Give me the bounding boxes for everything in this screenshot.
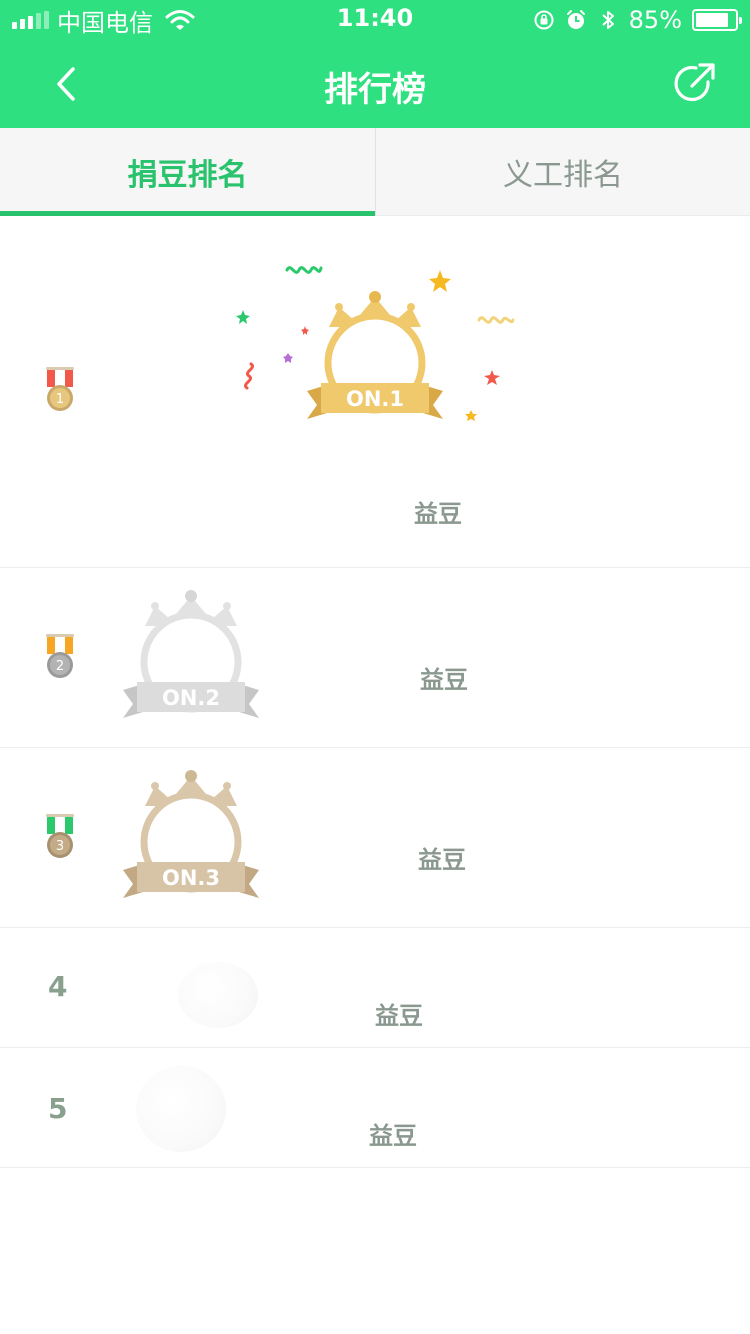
nav-bar: 排行榜 xyxy=(0,40,750,128)
tab-volunteer-ranking[interactable]: 义工排名 xyxy=(375,128,750,216)
bean-unit: 益豆 xyxy=(375,1002,423,1030)
status-bar: 中国电信 11:40 85% xyxy=(0,0,750,40)
medal-silver-icon: 2 xyxy=(46,634,74,678)
alarm-icon xyxy=(566,10,585,29)
share-icon xyxy=(674,63,715,102)
medal-number: 2 xyxy=(56,659,64,674)
avatar-frame-gold: ON.1 xyxy=(307,291,443,419)
battery-icon xyxy=(692,9,742,31)
avatar xyxy=(178,962,258,1028)
rank-row-1[interactable]: 1 ON.1 益豆 xyxy=(0,217,750,568)
rotation-lock-icon xyxy=(534,10,554,30)
bean-unit: 益豆 xyxy=(420,666,468,694)
battery-percent: 85% xyxy=(628,6,682,34)
status-right: 85% xyxy=(533,6,742,34)
battery-fill xyxy=(696,13,729,27)
tab-bar: 捐豆排名 义工排名 xyxy=(0,128,750,216)
badge-label: ON.2 xyxy=(162,686,220,710)
avatar-frame-bronze: ON.3 xyxy=(123,770,259,898)
tab-donation-ranking[interactable]: 捐豆排名 xyxy=(0,128,375,216)
rank-row-5[interactable]: 5 益豆 xyxy=(0,1048,750,1168)
rank-row-4[interactable]: 4 益豆 xyxy=(0,928,750,1048)
rank-number: 5 xyxy=(48,1092,68,1125)
bluetooth-icon xyxy=(601,11,614,29)
avatar xyxy=(136,1066,226,1152)
rank-number: 4 xyxy=(48,970,68,1003)
medal-gold-icon: 1 xyxy=(46,367,74,411)
badge-label: ON.1 xyxy=(346,387,404,411)
medal-bronze-icon: 3 xyxy=(46,814,74,858)
badge-label: ON.3 xyxy=(162,866,220,890)
page-title: 排行榜 xyxy=(324,70,426,110)
medal-number: 1 xyxy=(56,392,64,407)
medal-number: 3 xyxy=(56,839,64,854)
bean-unit: 益豆 xyxy=(369,1122,417,1150)
share-button[interactable] xyxy=(670,60,718,108)
rank-row-3[interactable]: 3 ON.3 益豆 xyxy=(0,748,750,928)
avatar-frame-silver: ON.2 xyxy=(123,590,259,718)
bean-unit: 益豆 xyxy=(414,500,462,528)
bean-unit: 益豆 xyxy=(418,846,466,874)
rank-row-2[interactable]: 2 ON.2 益豆 xyxy=(0,568,750,748)
